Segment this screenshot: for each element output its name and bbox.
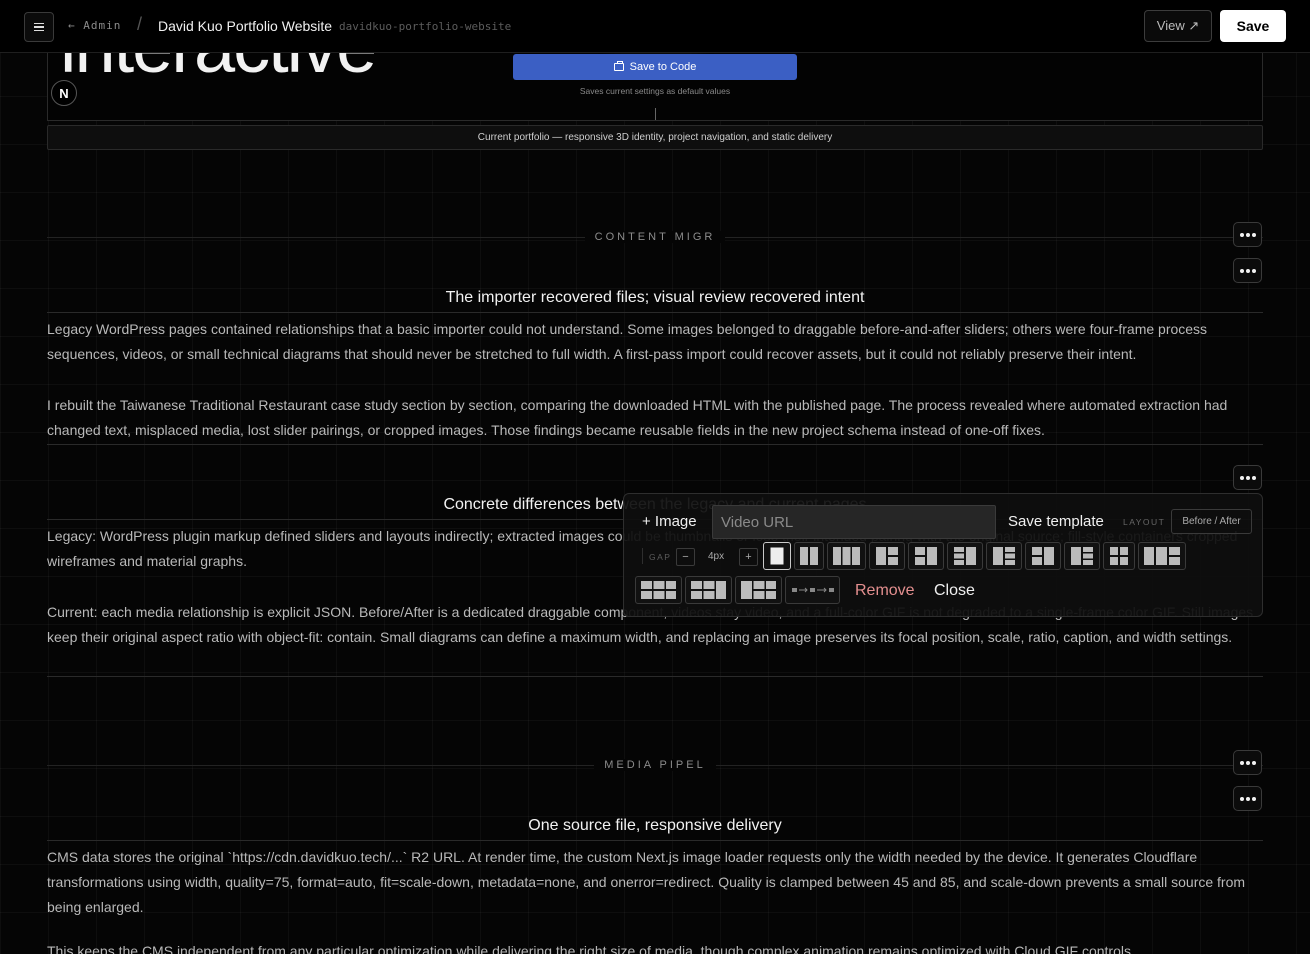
n-badge-icon[interactable]: N xyxy=(51,80,77,106)
block-options-button[interactable] xyxy=(1233,465,1262,490)
paragraph[interactable]: I rebuilt the Taiwanese Traditional Rest… xyxy=(47,393,1263,443)
block-heading[interactable]: One source file, responsive delivery xyxy=(47,817,1263,835)
menu-button[interactable] xyxy=(24,12,54,42)
paragraph[interactable]: CMS data stores the original `https://cd… xyxy=(47,845,1263,920)
more-icon-dot xyxy=(1245,268,1250,273)
paragraph[interactable]: Legacy WordPress pages contained relatio… xyxy=(47,317,1263,367)
layout-rows-icon[interactable] xyxy=(1064,542,1100,570)
save-icon xyxy=(613,61,624,71)
close-button[interactable]: Close xyxy=(934,582,975,600)
layout-label: LAYOUT xyxy=(1123,517,1166,527)
layout-stack-left-icon[interactable] xyxy=(947,542,983,570)
layout-mosaic-alt-icon[interactable] xyxy=(735,576,782,604)
before-after-button[interactable]: Before / After xyxy=(1171,509,1252,534)
gap-increase-button[interactable]: + xyxy=(739,548,758,566)
layout-three-column-icon[interactable] xyxy=(827,542,866,570)
layout-grid-mixed-icon[interactable] xyxy=(908,542,944,570)
more-icon-dot xyxy=(1251,268,1256,273)
section-label: CONTENT MIGR xyxy=(0,231,1310,243)
section-options-button[interactable] xyxy=(1233,222,1262,247)
more-icon-dot xyxy=(1239,760,1244,765)
heading-underline xyxy=(47,312,1263,313)
more-icon-dot xyxy=(1245,760,1250,765)
layout-stack-right-icon[interactable] xyxy=(986,542,1022,570)
media-layout-popover: + Image Save template LAYOUT Before / Af… xyxy=(623,493,1263,617)
layout-mosaic-icon[interactable] xyxy=(685,576,732,604)
block-options-button[interactable] xyxy=(1233,786,1262,811)
gap-value: 4px xyxy=(708,551,725,562)
top-bar: ← Admin / David Kuo Portfolio Website da… xyxy=(0,0,1310,53)
layout-hero-grid-icon[interactable] xyxy=(1138,542,1186,570)
section-label-text: CONTENT MIGR xyxy=(584,231,726,243)
section-options-button[interactable] xyxy=(1233,750,1262,775)
hero-caption: Current portfolio — responsive 3D identi… xyxy=(47,125,1263,150)
view-button[interactable]: View ↗ xyxy=(1144,10,1212,42)
more-icon-dot xyxy=(1245,796,1250,801)
gap-separator xyxy=(642,548,643,564)
block-heading[interactable]: The importer recovered files; visual rev… xyxy=(47,289,1263,307)
save-to-code-button[interactable]: Save to Code xyxy=(513,54,797,80)
layout-wide-left-icon[interactable] xyxy=(869,542,905,570)
layout-two-column-icon[interactable] xyxy=(794,542,824,570)
block-divider xyxy=(47,444,1263,445)
more-icon-dot xyxy=(1239,475,1244,480)
layout-options-row-1 xyxy=(763,542,1186,570)
save-template-button[interactable]: Save template xyxy=(1008,513,1104,530)
block-divider xyxy=(47,676,1263,677)
page-title: David Kuo Portfolio Website xyxy=(158,18,333,34)
breadcrumb-separator: / xyxy=(137,14,143,34)
more-icon-dot xyxy=(1239,796,1244,801)
more-icon-dot xyxy=(1245,232,1250,237)
paragraph[interactable]: This keeps the CMS independent from any … xyxy=(47,939,1263,954)
gap-label: GAP xyxy=(649,552,672,562)
more-icon-dot xyxy=(1251,232,1256,237)
save-button[interactable]: Save xyxy=(1220,10,1286,42)
heading-underline xyxy=(47,840,1263,841)
layout-six-grid-icon[interactable] xyxy=(635,576,682,604)
add-image-button[interactable]: + Image xyxy=(642,513,697,530)
back-to-admin-link[interactable]: ← Admin xyxy=(68,19,121,32)
hero-divider xyxy=(655,108,656,120)
remove-button[interactable]: Remove xyxy=(855,582,915,600)
block-options-button[interactable] xyxy=(1233,258,1262,283)
section-label-text: MEDIA PIPEL xyxy=(594,759,716,771)
more-icon-dot xyxy=(1251,475,1256,480)
more-icon-dot xyxy=(1251,760,1256,765)
layout-options-row-2 xyxy=(635,576,840,604)
page-slug: davidkuo-portfolio-website xyxy=(339,20,512,33)
more-icon-dot xyxy=(1245,475,1250,480)
more-icon-dot xyxy=(1239,232,1244,237)
more-icon-dot xyxy=(1239,268,1244,273)
layout-split-icon[interactable] xyxy=(1025,542,1061,570)
layout-sequence-icon[interactable] xyxy=(785,576,840,604)
more-icon-dot xyxy=(1251,796,1256,801)
section-label: MEDIA PIPEL xyxy=(0,759,1310,771)
save-hint: Saves current settings as default values xyxy=(579,86,731,96)
gap-decrease-button[interactable]: − xyxy=(676,548,695,566)
save-to-code-label: Save to Code xyxy=(629,61,697,73)
video-url-input[interactable] xyxy=(712,505,996,539)
layout-quad-icon[interactable] xyxy=(1103,542,1135,570)
layout-single-icon[interactable] xyxy=(763,542,791,570)
hamburger-icon xyxy=(34,23,44,31)
